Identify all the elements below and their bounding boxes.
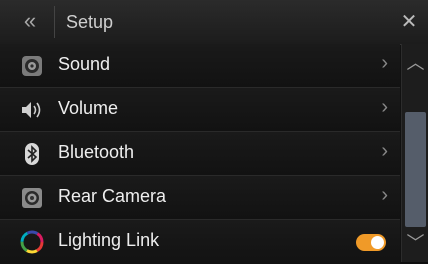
chevron-right-icon: ›	[381, 96, 388, 118]
chevron-right-icon: ›	[381, 184, 388, 206]
item-label: Bluetooth	[58, 142, 135, 162]
item-label: Sound	[58, 54, 111, 74]
list-item-volume[interactable]: Volume ›	[0, 88, 400, 132]
close-button[interactable]: ✕	[396, 8, 422, 36]
list-item-rear-camera[interactable]: Rear Camera ›	[0, 176, 400, 220]
item-label: Volume	[58, 98, 119, 118]
chevron-right-icon: ›	[381, 52, 388, 74]
item-label: Lighting Link	[58, 230, 160, 250]
bluetooth-icon	[20, 142, 44, 166]
speaker-icon	[20, 54, 44, 78]
chevron-right-icon: ›	[381, 140, 388, 162]
toggle-knob	[371, 236, 384, 249]
header-bar: « Setup ✕	[0, 0, 428, 45]
settings-list: Sound › Volume › Bluetooth › Rear Camera…	[0, 44, 400, 264]
scroll-down-button[interactable]: ﹀	[402, 228, 428, 258]
back-button[interactable]: «	[10, 8, 50, 36]
page-title: Setup	[66, 12, 114, 32]
setup-screen: « Setup ✕ Sound › Volume › Bluetooth › R…	[0, 0, 428, 264]
list-item-lighting-link[interactable]: Lighting Link	[0, 220, 400, 264]
camera-icon	[20, 186, 44, 210]
scrollbar[interactable]: ︿ ﹀	[401, 44, 428, 262]
list-item-sound[interactable]: Sound ›	[0, 44, 400, 88]
item-label: Rear Camera	[58, 186, 167, 206]
volume-icon	[20, 98, 44, 122]
list-item-bluetooth[interactable]: Bluetooth ›	[0, 132, 400, 176]
scroll-up-button[interactable]: ︿	[402, 48, 428, 78]
header-divider	[54, 6, 55, 38]
scrollbar-thumb[interactable]	[405, 112, 426, 227]
lighting-link-toggle[interactable]	[356, 234, 386, 251]
color-wheel-icon	[20, 230, 44, 254]
